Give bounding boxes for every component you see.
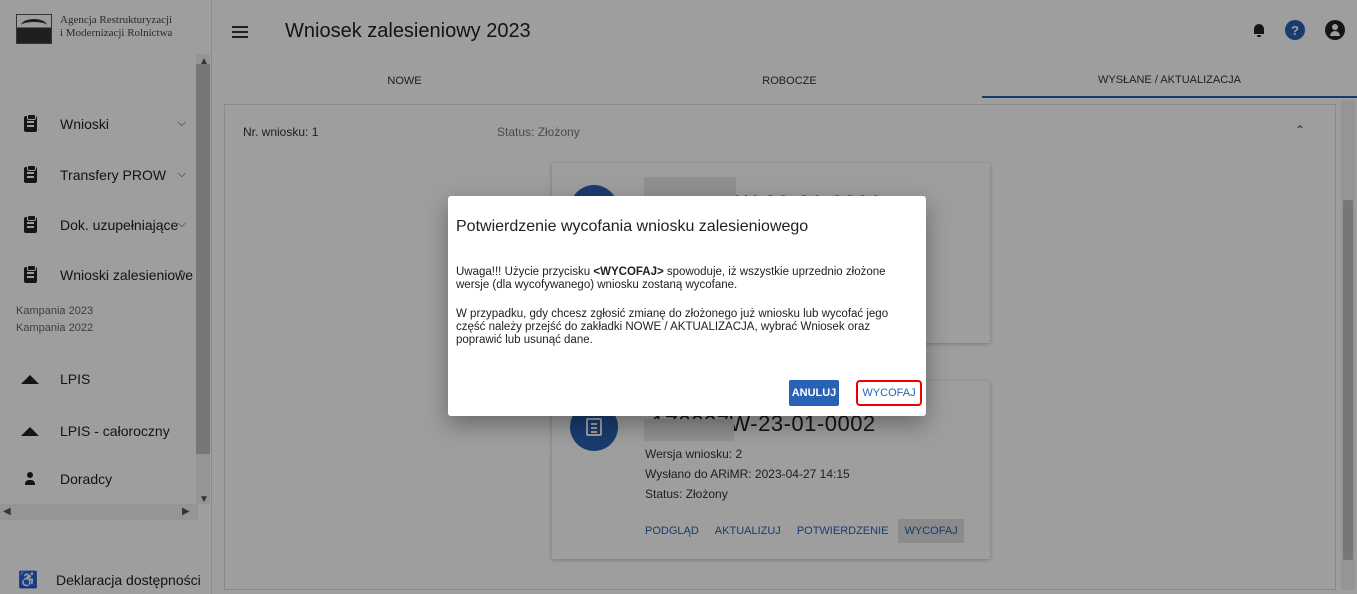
- confirm-withdraw-button[interactable]: WYCOFAJ: [856, 380, 922, 406]
- cancel-button[interactable]: ANULUJ: [789, 380, 839, 406]
- dialog-warning-text: Uwaga!!! Użycie przycisku <WYCOFAJ> spow…: [456, 266, 886, 291]
- dialog-title: Potwierdzenie wycofania wniosku zalesien…: [456, 218, 809, 235]
- withdraw-confirmation-dialog: Potwierdzenie wycofania wniosku zalesien…: [448, 196, 926, 416]
- dialog-info-text: W przypadku, gdy chcesz zgłosić zmianę d…: [456, 308, 889, 346]
